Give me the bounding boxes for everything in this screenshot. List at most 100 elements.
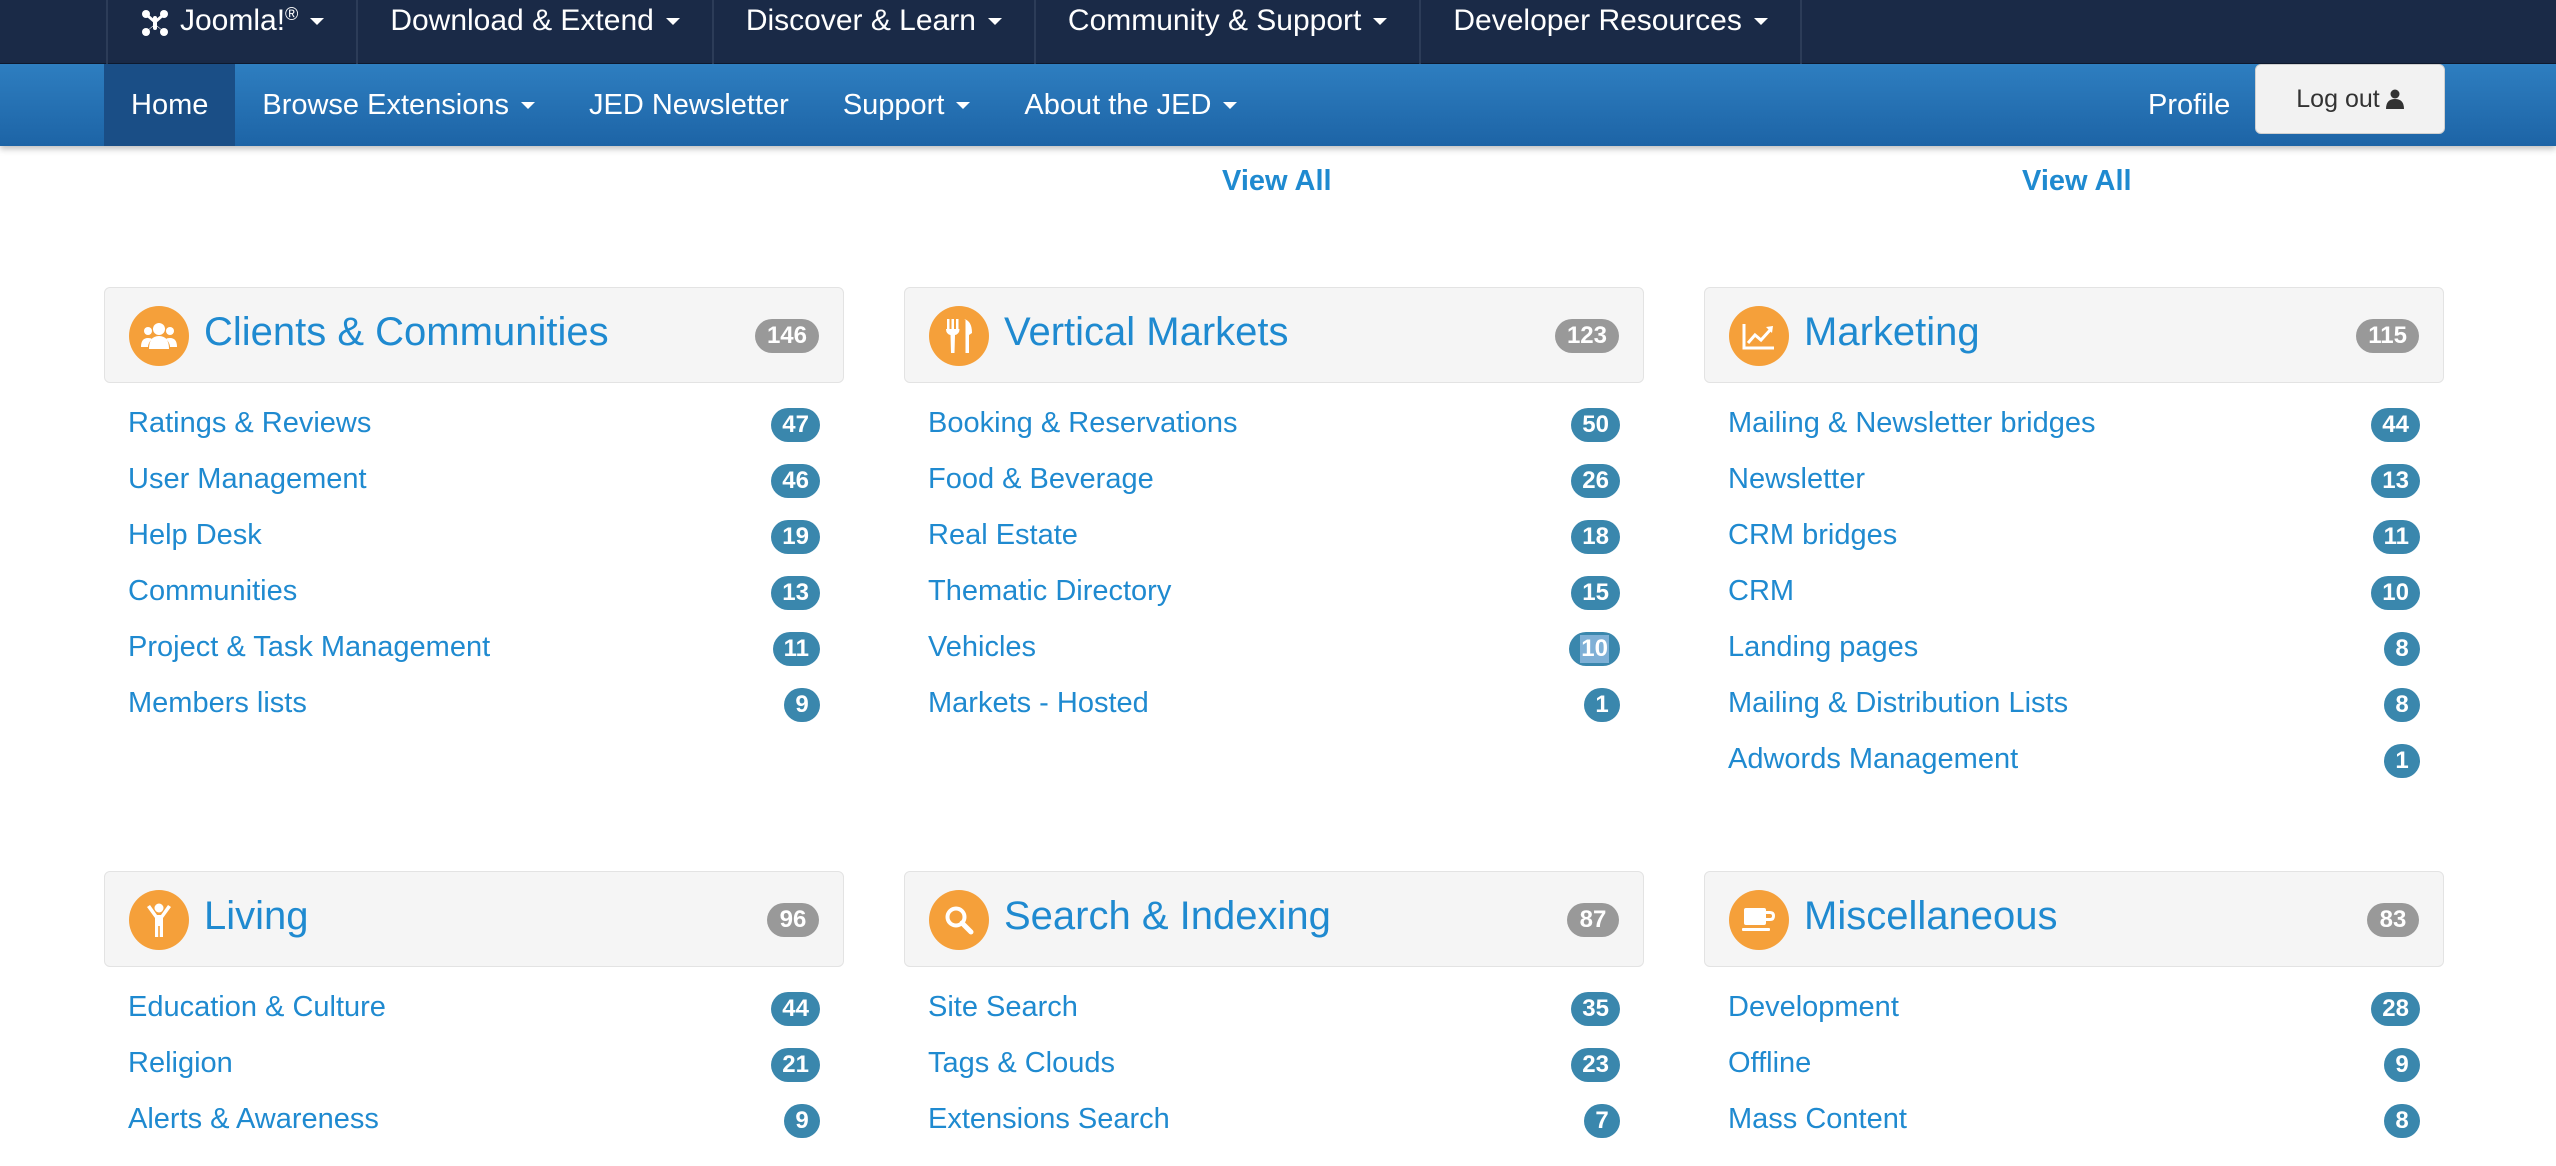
subcategory-link[interactable]: Mailing & Newsletter bridges: [1728, 407, 2095, 440]
list-item: Extensions Search 7: [904, 1093, 1644, 1149]
category-count-badge: 83: [2367, 903, 2419, 937]
view-all-link[interactable]: View All: [1222, 165, 1332, 198]
subcategory-link[interactable]: Landing pages: [1728, 631, 1918, 664]
list-item: Mailing & Newsletter bridges 44: [1704, 397, 2444, 453]
subcategory-link[interactable]: Help Desk: [128, 519, 262, 552]
category-header: Clients & Communities 146: [104, 287, 844, 383]
caret-down-icon: [1223, 101, 1238, 109]
caret-down-icon: [1373, 18, 1388, 25]
subcategory-link[interactable]: Project & Task Management: [128, 631, 490, 664]
subcategory-link[interactable]: Food & Beverage: [928, 463, 1154, 496]
count-badge: 44: [2371, 408, 2420, 442]
nav-browse-extensions[interactable]: Browse Extensions: [235, 64, 562, 146]
subcategory-link[interactable]: Alerts & Awareness: [128, 1103, 379, 1136]
subcategory-link[interactable]: Extensions Search: [928, 1103, 1170, 1136]
count-badge: 44: [771, 992, 820, 1026]
list-item: Booking & Reservations 50: [904, 397, 1644, 453]
list-item: Education & Culture 44: [104, 981, 844, 1037]
count-badge: 23: [1571, 1048, 1620, 1082]
subcategory-link[interactable]: Mailing & Distribution Lists: [1728, 687, 2068, 720]
count-badge: 19: [771, 520, 820, 554]
fork-knife-icon: [929, 306, 989, 366]
subcategory-link[interactable]: Vehicles: [928, 631, 1036, 664]
count-badge: 47: [771, 408, 820, 442]
subcategory-link[interactable]: Markets - Hosted: [928, 687, 1149, 720]
subcategory-link[interactable]: Offline: [1728, 1047, 1811, 1080]
subcategory-link[interactable]: Site Search: [928, 991, 1078, 1024]
top-nav-joomla[interactable]: Joomla! ®: [106, 0, 356, 64]
category-count-badge: 123: [1554, 319, 1619, 353]
nav-label: Home: [131, 88, 209, 121]
list-item: Vehicles 10: [904, 621, 1644, 677]
category-header: Vertical Markets 123: [904, 287, 1644, 383]
list-item: Alerts & Awareness 9: [104, 1093, 844, 1149]
list-item: Newsletter 13: [1704, 453, 2444, 509]
subcategory-link[interactable]: Mass Content: [1728, 1103, 1907, 1136]
category-title[interactable]: Search & Indexing: [1004, 894, 1331, 939]
top-nav: Joomla! ® Download & Extend Discover & Le…: [106, 0, 1802, 64]
category-title[interactable]: Miscellaneous: [1804, 894, 2057, 939]
view-all-link[interactable]: View All: [2022, 165, 2132, 198]
subcategory-link[interactable]: Members lists: [128, 687, 307, 720]
subcategory-link[interactable]: CRM bridges: [1728, 519, 1897, 552]
top-nav-download-extend[interactable]: Download & Extend: [356, 0, 712, 64]
subcategory-link[interactable]: Adwords Management: [1728, 743, 2018, 776]
count-badge: 10: [2371, 576, 2420, 610]
logout-button[interactable]: Log out: [2255, 64, 2445, 134]
list-item: Landing pages 8: [1704, 621, 2444, 677]
category-header: Marketing 115: [1704, 287, 2444, 383]
users-icon: [129, 306, 189, 366]
subcategory-link[interactable]: Thematic Directory: [928, 575, 1171, 608]
category-panel-miscellaneous: Miscellaneous 83 Development 28 Offline 9 …: [1704, 871, 2444, 1149]
list-item: Members lists 9: [104, 677, 844, 733]
subcategory-list: Education & Culture 44 Religion 21 Alerts …: [104, 981, 844, 1149]
nav-label: Browse Extensions: [262, 88, 509, 121]
caret-down-icon: [1753, 18, 1768, 25]
list-item: Communities 13: [104, 565, 844, 621]
nav-jed-newsletter[interactable]: JED Newsletter: [562, 64, 816, 146]
subcategory-link[interactable]: Education & Culture: [128, 991, 386, 1024]
list-item: Markets - Hosted 1: [904, 677, 1644, 733]
count-badge: 10: [1569, 632, 1620, 666]
count-badge: 8: [2384, 632, 2420, 666]
category-title[interactable]: Marketing: [1804, 310, 1980, 355]
profile-link[interactable]: Profile: [2148, 64, 2230, 146]
category-title[interactable]: Clients & Communities: [204, 310, 609, 355]
top-nav-label: Download & Extend: [390, 4, 654, 37]
count-badge: 1: [2384, 744, 2420, 778]
top-bar: Joomla! ® Download & Extend Discover & Le…: [0, 0, 2556, 64]
subcategory-link[interactable]: Tags & Clouds: [928, 1047, 1115, 1080]
top-nav-community-support[interactable]: Community & Support: [1033, 0, 1419, 64]
user-icon: [2385, 89, 2404, 109]
nav-support[interactable]: Support: [816, 64, 998, 146]
person-icon: [129, 890, 189, 950]
subcategory-link[interactable]: Real Estate: [928, 519, 1078, 552]
subcategory-link[interactable]: CRM: [1728, 575, 1794, 608]
top-nav-discover-learn[interactable]: Discover & Learn: [711, 0, 1034, 64]
category-count-badge: 146: [754, 319, 819, 353]
top-nav-developer-resources[interactable]: Developer Resources: [1419, 0, 1802, 64]
subcategory-link[interactable]: Development: [1728, 991, 1899, 1024]
subcategory-link[interactable]: Newsletter: [1728, 463, 1865, 496]
nav-about-jed[interactable]: About the JED: [997, 64, 1264, 146]
registered-mark: ®: [285, 4, 299, 24]
count-badge: 28: [2371, 992, 2420, 1026]
subcategory-link[interactable]: User Management: [128, 463, 367, 496]
subcategory-link[interactable]: Communities: [128, 575, 297, 608]
subcategory-list: Site Search 35 Tags & Clouds 23 Extensions…: [904, 981, 1644, 1149]
list-item: Adwords Management 1: [1704, 733, 2444, 789]
category-title[interactable]: Vertical Markets: [1004, 310, 1289, 355]
list-item: CRM 10: [1704, 565, 2444, 621]
count-badge: 50: [1571, 408, 1620, 442]
count-badge: 15: [1571, 576, 1620, 610]
nav-home[interactable]: Home: [104, 64, 236, 146]
nav-label: About the JED: [1024, 88, 1212, 121]
list-item: Project & Task Management 11: [104, 621, 844, 677]
category-panel-vertical-markets: Vertical Markets 123 Booking & Reservati…: [904, 287, 1644, 733]
category-title[interactable]: Living: [204, 894, 309, 939]
caret-down-icon: [665, 18, 680, 25]
subcategory-link[interactable]: Religion: [128, 1047, 233, 1080]
subcategory-link[interactable]: Booking & Reservations: [928, 407, 1238, 440]
subcategory-link[interactable]: Ratings & Reviews: [128, 407, 371, 440]
count-badge: 7: [1584, 1104, 1620, 1138]
